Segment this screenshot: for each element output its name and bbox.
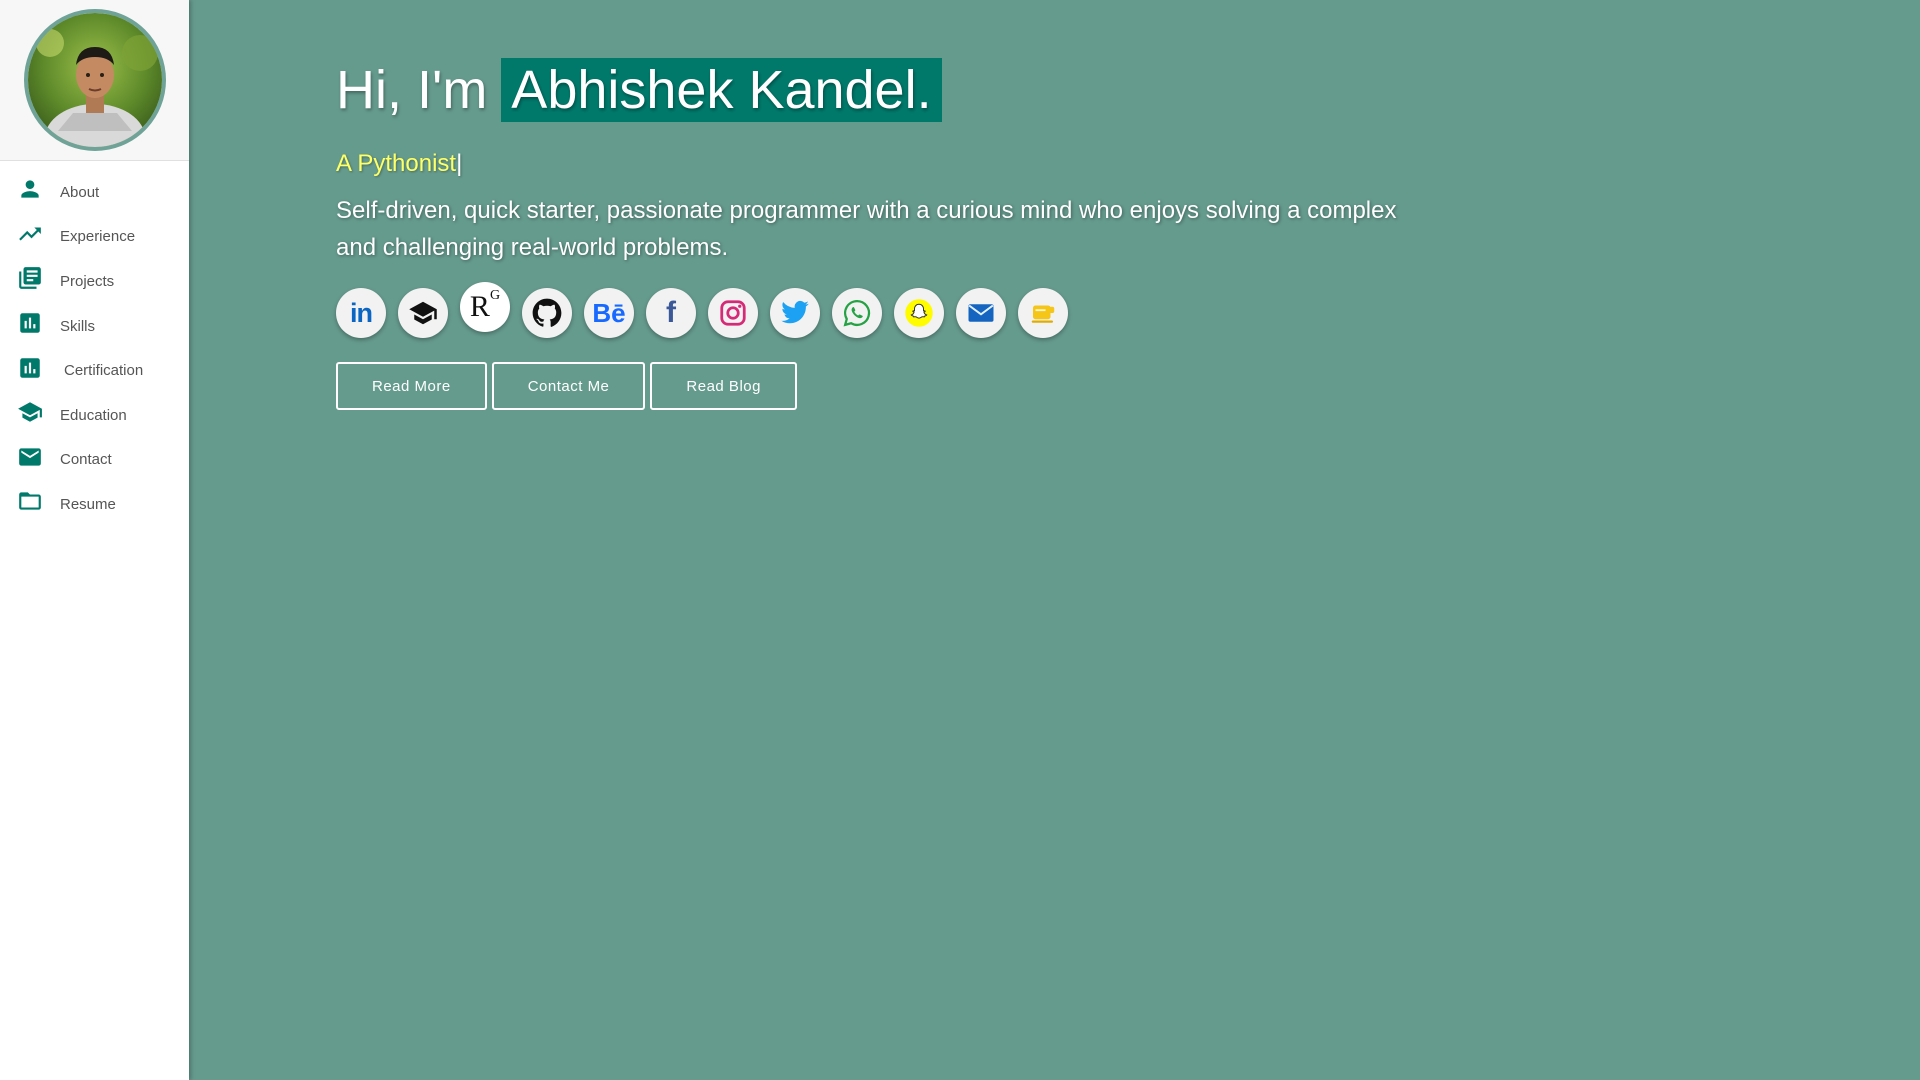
behance-link[interactable]: Bē — [584, 288, 634, 338]
sidebar-item-label: Education — [60, 406, 127, 424]
folder-icon — [16, 487, 44, 515]
read-blog-button[interactable]: Read Blog — [650, 362, 797, 410]
sidebar-item-projects[interactable]: Projects — [0, 256, 189, 301]
sidebar-item-label: Projects — [60, 272, 115, 290]
twitter-icon — [781, 300, 809, 324]
researchgate-link[interactable]: RG — [460, 282, 510, 332]
instagram-link[interactable] — [708, 288, 758, 338]
greeting-text: Hi, I'm — [336, 60, 488, 120]
bar-chart-icon — [16, 309, 44, 337]
sidebar-item-label: Skills — [60, 317, 96, 335]
sidebar-item-about[interactable]: About — [0, 167, 189, 212]
bio-text: Self-driven, quick starter, passionate p… — [336, 197, 1397, 261]
main-content: Hi, I'm Abhishek Kandel. A Pythonist| Se… — [189, 0, 1920, 1080]
bar-chart-icon — [16, 354, 44, 382]
mail-icon — [16, 443, 44, 471]
whatsapp-link[interactable] — [832, 288, 882, 338]
sidebar-item-skills[interactable]: Skills — [0, 301, 189, 346]
snapchat-link[interactable] — [894, 288, 944, 338]
facebook-link[interactable]: f — [646, 288, 696, 338]
read-more-button[interactable]: Read More — [336, 362, 487, 410]
typed-text: A Pythonist — [336, 150, 457, 177]
hero-section: Hi, I'm Abhishek Kandel. A Pythonist| Se… — [336, 58, 1586, 410]
researchgate-letter: R — [469, 290, 490, 323]
sidebar-item-label: Certification — [64, 362, 144, 380]
person-icon — [16, 175, 44, 203]
sidebar-item-resume[interactable]: Resume — [0, 479, 189, 524]
scholar-link[interactable] — [398, 288, 448, 338]
sidebar-item-contact[interactable]: Contact — [0, 435, 189, 480]
facebook-icon: f — [666, 296, 676, 329]
twitter-link[interactable] — [770, 288, 820, 338]
school-icon — [16, 398, 44, 426]
instagram-icon — [720, 300, 746, 326]
graduation-cap-icon — [409, 301, 437, 325]
page-title: Hi, I'm Abhishek Kandel. — [336, 58, 1586, 122]
library-books-icon — [16, 264, 44, 292]
sidebar-item-label: Experience — [60, 228, 136, 246]
email-icon — [968, 304, 994, 322]
github-icon — [532, 298, 562, 327]
snapchat-icon — [905, 299, 933, 327]
sidebar-item-education[interactable]: Education — [0, 390, 189, 435]
sidebar: About Experience Projects Skills Certifi… — [0, 0, 189, 1080]
github-link[interactable] — [522, 288, 572, 338]
researchgate-sup: G — [489, 288, 501, 303]
linkedin-link[interactable]: in — [336, 288, 386, 338]
sidebar-item-certification[interactable]: Certification — [0, 345, 189, 390]
sidebar-item-label: Resume — [60, 495, 116, 513]
sidebar-item-label: About — [60, 183, 100, 201]
linkedin-icon: in — [350, 297, 373, 328]
behance-icon: Bē — [592, 297, 626, 328]
contact-me-button[interactable]: Contact Me — [491, 362, 646, 410]
sidebar-nav: About Experience Projects Skills Certifi… — [0, 161, 189, 524]
avatar[interactable] — [23, 9, 166, 151]
sidebar-item-label: Contact — [60, 451, 112, 469]
coffee-icon — [1031, 305, 1055, 323]
name-highlight: Abhishek Kandel. — [501, 58, 942, 122]
typed-role: A Pythonist| — [336, 150, 1586, 178]
whatsapp-icon — [843, 299, 871, 327]
typed-cursor: | — [456, 150, 463, 177]
researchgate-icon: RG — [469, 288, 501, 324]
coffee-link[interactable] — [1018, 288, 1068, 338]
trending-up-icon — [16, 220, 44, 248]
action-buttons: Read More Contact Me Read Blog — [336, 362, 1586, 410]
social-links: in RG Bē f — [336, 282, 1586, 338]
avatar-container — [0, 0, 189, 161]
email-link[interactable] — [956, 288, 1006, 338]
sidebar-item-experience[interactable]: Experience — [0, 212, 189, 257]
